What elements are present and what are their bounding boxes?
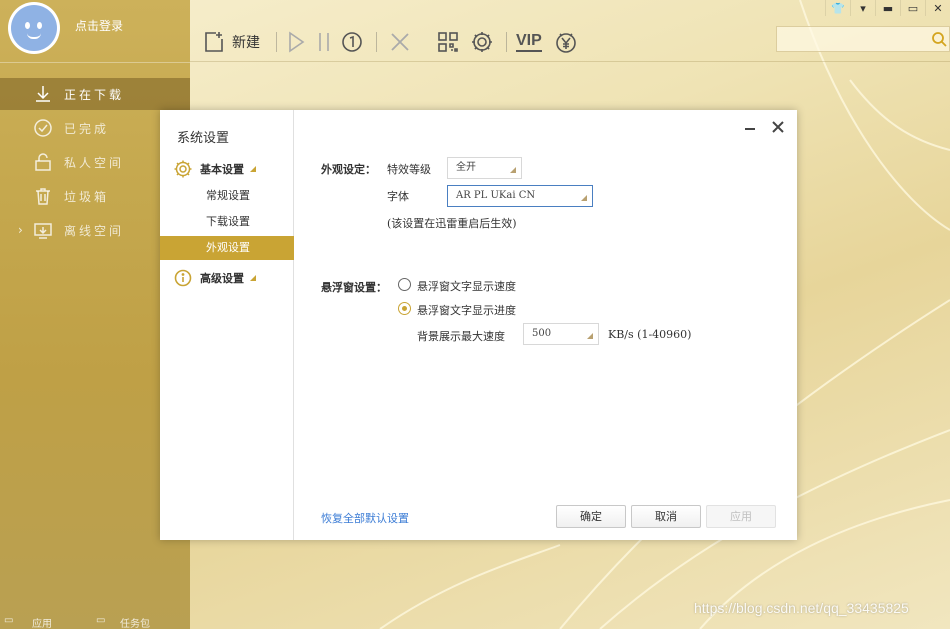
sidebar-bottom-task-pack[interactable]: 任务包 — [120, 615, 150, 629]
radio-show-progress[interactable] — [398, 302, 411, 315]
floating-section-label: 悬浮窗设置： — [321, 281, 387, 294]
max-speed-label: 背景展示最大速度 — [417, 330, 505, 343]
ok-button[interactable]: 确定 — [556, 505, 626, 528]
sidebar-bottom-bar: ▭ 应用 ▭ 任务包 — [0, 615, 190, 629]
limit-speed-button[interactable] — [340, 28, 364, 56]
search-input[interactable] — [776, 26, 950, 52]
sidebar-divider — [0, 62, 190, 63]
apply-button[interactable]: 应用 — [706, 505, 776, 528]
expand-arrow-icon[interactable]: › — [18, 223, 26, 237]
watermark-text: https://blog.csdn.net/qq_33435825 — [694, 600, 909, 616]
effect-level-select[interactable]: 全开 — [447, 157, 522, 179]
sidebar-item-label: 离线空间 — [64, 223, 125, 238]
avatar-face-icon — [11, 5, 57, 51]
category-basic-settings[interactable]: 基本设置 — [174, 159, 256, 179]
lock-icon — [32, 151, 54, 173]
dropdown-arrow-icon — [587, 333, 593, 339]
limit-speed-icon — [342, 32, 362, 52]
radio-show-speed[interactable] — [398, 278, 411, 291]
category-advanced-settings[interactable]: 高级设置 — [174, 268, 256, 288]
trash-icon — [32, 185, 54, 207]
restart-note: (该设置在迅雷重启后生效) — [387, 217, 517, 230]
check-circle-icon — [32, 117, 54, 139]
dropdown-arrow-icon — [581, 195, 587, 201]
toolbar-separator — [506, 32, 507, 52]
max-speed-value: 500 — [532, 328, 552, 339]
menu-button[interactable]: ▾ — [850, 0, 875, 16]
subitem-appearance-settings[interactable]: 外观设置 — [160, 236, 294, 260]
restore-defaults-link[interactable]: 恢复全部默认设置 — [321, 510, 409, 526]
money-icon — [556, 33, 576, 53]
qr-code-icon — [438, 32, 458, 52]
effect-level-label: 特效等级 — [387, 163, 431, 176]
speed-unit-label: KB/s (1-40960) — [608, 328, 692, 341]
dropdown-arrow-icon — [510, 167, 516, 173]
dialog-close-button[interactable] — [771, 120, 785, 134]
system-settings-dialog: 系统设置 基本设置 常规设置 下载设置 外观设置 高级设置 外观设定： 特效等级… — [160, 110, 797, 540]
font-value: AR PL UKai CN — [456, 190, 536, 201]
sidebar-item-label: 已完成 — [64, 121, 110, 136]
font-select[interactable]: AR PL UKai CN — [447, 185, 593, 207]
dialog-title: 系统设置 — [177, 131, 230, 146]
play-icon — [289, 31, 305, 53]
sidebar-bottom-apps[interactable]: 应用 — [32, 615, 52, 629]
sidebar-item-label: 垃圾箱 — [64, 189, 110, 204]
sidebar-item-downloading[interactable]: 正在下载 — [0, 78, 190, 110]
settings-button[interactable] — [470, 28, 494, 56]
cloud-download-icon — [32, 219, 54, 241]
font-label: 字体 — [387, 190, 409, 203]
shirt-icon: 👕 — [831, 1, 845, 15]
vip-button[interactable]: VIP — [516, 28, 542, 56]
expand-caret-icon — [250, 275, 256, 281]
radio-show-speed-label[interactable]: 悬浮窗文字显示速度 — [417, 278, 516, 294]
toolbar-separator — [376, 32, 377, 52]
pause-icon — [319, 33, 329, 51]
category-label: 高级设置 — [200, 272, 244, 285]
sidebar-item-label: 私人空间 — [64, 155, 125, 170]
close-button[interactable]: ✕ — [925, 0, 950, 16]
money-button[interactable] — [554, 28, 578, 56]
expand-caret-icon — [250, 166, 256, 172]
appearance-section-label: 外观设定： — [321, 163, 376, 176]
new-task-icon — [205, 32, 223, 52]
sidebar-item-label: 正在下载 — [64, 87, 125, 102]
avatar[interactable] — [8, 2, 60, 54]
subitem-download-settings[interactable]: 下载设置 — [160, 210, 294, 234]
new-task-button[interactable]: 新建 — [202, 28, 260, 56]
login-link[interactable]: 点击登录 — [75, 17, 123, 34]
category-label: 基本设置 — [200, 163, 244, 176]
settings-category-panel: 系统设置 基本设置 常规设置 下载设置 外观设置 高级设置 — [160, 110, 294, 540]
minimize-icon: ▬ — [882, 1, 894, 15]
delete-icon — [391, 33, 409, 51]
new-task-label: 新建 — [232, 35, 260, 51]
settings-gear-icon — [472, 32, 492, 52]
maximize-button[interactable]: ▭ — [900, 0, 925, 16]
task-pack-icon[interactable]: ▭ — [96, 615, 105, 626]
dialog-minimize-button[interactable] — [744, 122, 756, 134]
delete-button[interactable] — [388, 28, 412, 56]
maximize-icon: ▭ — [907, 1, 919, 15]
subitem-general-settings[interactable]: 常规设置 — [160, 184, 294, 208]
pause-button[interactable] — [312, 28, 336, 56]
menu-down-icon: ▾ — [860, 1, 866, 15]
minimize-button[interactable]: ▬ — [875, 0, 900, 16]
info-icon — [174, 269, 192, 287]
start-button[interactable] — [284, 28, 308, 56]
apps-icon[interactable]: ▭ — [4, 615, 13, 626]
search-icon[interactable] — [931, 31, 947, 47]
window-controls: 👕 ▾ ▬ ▭ ✕ — [825, 0, 950, 16]
toolbar-separator — [276, 32, 277, 52]
effect-level-value: 全开 — [456, 162, 476, 173]
radio-show-progress-label[interactable]: 悬浮窗文字显示进度 — [417, 302, 516, 318]
qr-code-button[interactable] — [436, 28, 460, 56]
vip-icon: VIP — [516, 32, 542, 52]
download-icon — [32, 83, 54, 105]
max-speed-select[interactable]: 500 — [523, 323, 599, 345]
close-icon: ✕ — [933, 1, 943, 15]
skin-button[interactable]: 👕 — [825, 0, 850, 16]
cancel-button[interactable]: 取消 — [631, 505, 701, 528]
gear-icon — [174, 160, 192, 178]
